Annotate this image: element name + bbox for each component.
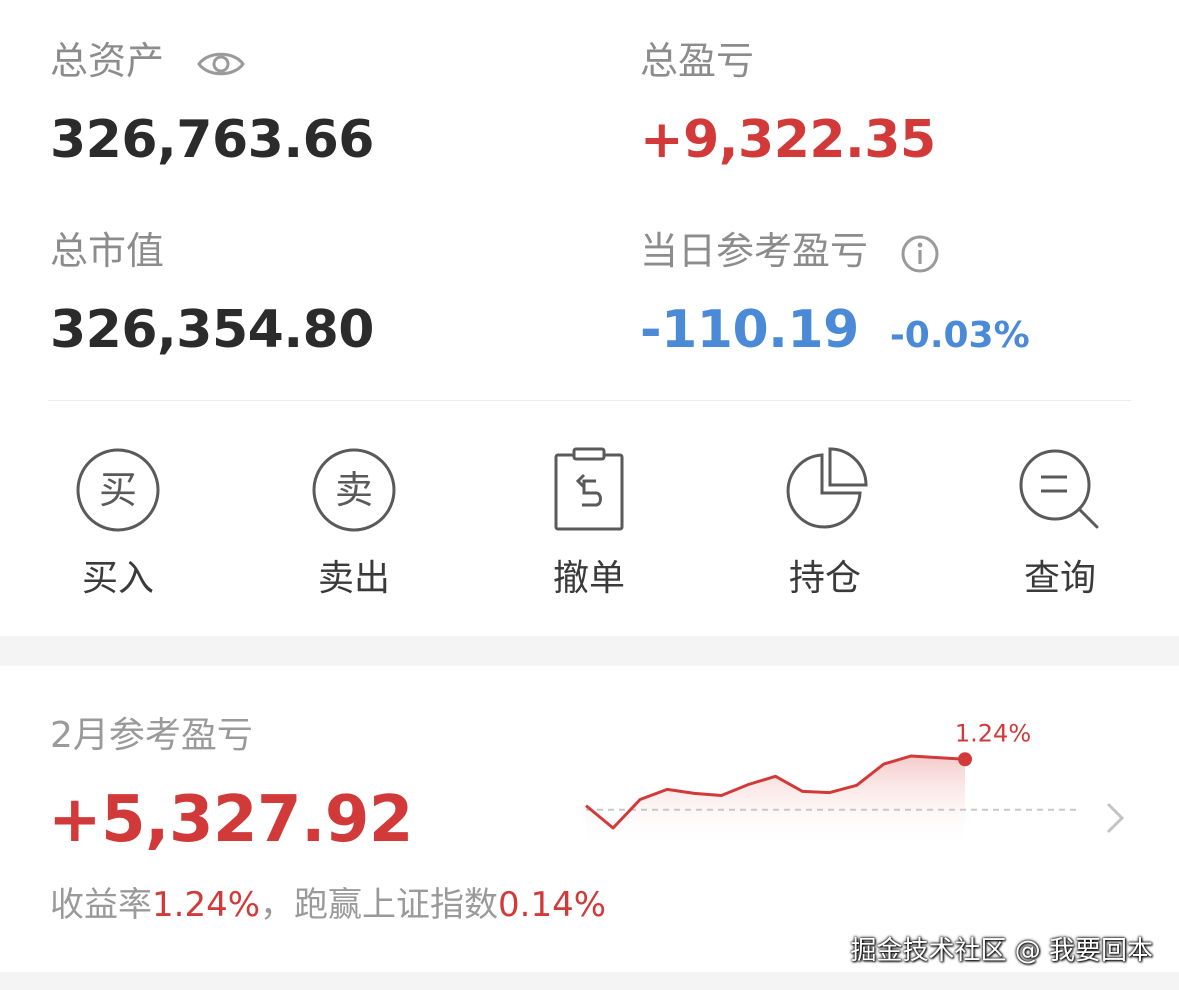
market-value-label: 总市值 xyxy=(50,229,165,273)
daily-pnl-block: 当日参考盈亏 -110.19 -0.03% xyxy=(640,228,1030,362)
chevron-right-icon[interactable] xyxy=(1100,798,1130,838)
daily-pnl-value: -110.19 xyxy=(640,300,859,360)
yield-label: 收益率 xyxy=(50,885,152,925)
info-icon[interactable] xyxy=(900,234,940,274)
divider xyxy=(48,400,1131,401)
cancel-order-button[interactable]: 撤单 xyxy=(504,440,674,600)
sell-icon: 卖 xyxy=(312,448,396,532)
sell-button[interactable]: 卖 卖出 xyxy=(269,440,439,600)
search-icon xyxy=(1019,449,1099,529)
query-button[interactable]: 查询 xyxy=(975,440,1145,600)
total-assets-block: 总资产 326,763.66 xyxy=(50,38,374,172)
total-assets-value: 326,763.66 xyxy=(50,110,374,170)
sparkline-end-label: 1.24% xyxy=(955,719,1031,747)
eye-icon[interactable] xyxy=(196,47,246,81)
positions-label: 持仓 xyxy=(788,558,861,599)
sell-label: 卖出 xyxy=(317,558,390,599)
query-label: 查询 xyxy=(1023,558,1096,599)
beat-index-label: 跑赢上证指数 xyxy=(294,885,499,925)
total-pnl-value: +9,322.35 xyxy=(640,110,936,170)
buy-glyph: 买 xyxy=(99,468,137,512)
total-pnl-block: 总盈亏 +9,322.35 xyxy=(640,38,936,172)
yield-value: 1.24% xyxy=(152,885,261,925)
cancel-order-label: 撤单 xyxy=(552,558,625,599)
account-summary-panel: 总资产 326,763.66 总盈亏 +9,322.35 总市值 326,354… xyxy=(0,0,1179,636)
buy-label: 买入 xyxy=(81,558,154,599)
pie-chart-icon xyxy=(786,447,868,529)
daily-pnl-percent: -0.03% xyxy=(889,315,1030,356)
section-gap xyxy=(0,636,1179,666)
monthly-pnl-label: 2月参考盈亏 xyxy=(50,715,253,756)
sparkline-end-dot xyxy=(958,752,972,767)
cancel-order-icon xyxy=(554,447,624,531)
market-value-value: 326,354.80 xyxy=(50,300,374,360)
beat-index-value: 0.14% xyxy=(498,885,607,925)
market-value-block: 总市值 326,354.80 xyxy=(50,228,374,362)
section-gap-bottom xyxy=(0,972,1179,990)
yield-separator: ， xyxy=(260,885,295,925)
monthly-pnl-card[interactable]: 2月参考盈亏 +5,327.92 收益率1.24%，跑赢上证指数0.14% 1.… xyxy=(0,666,1179,972)
total-assets-label: 总资产 xyxy=(50,39,165,83)
daily-pnl-label: 当日参考盈亏 xyxy=(640,229,869,273)
positions-button[interactable]: 持仓 xyxy=(740,440,910,600)
sell-glyph: 卖 xyxy=(335,468,373,512)
yield-row: 收益率1.24%，跑赢上证指数0.14% xyxy=(50,884,606,926)
monthly-pnl-value: +5,327.92 xyxy=(48,783,413,857)
buy-icon: 买 xyxy=(76,448,160,532)
watermark: 掘金技术社区 @ 我要回本 xyxy=(850,936,1153,966)
total-pnl-label: 总盈亏 xyxy=(640,39,755,83)
buy-button[interactable]: 买 买入 xyxy=(33,440,203,600)
monthly-sparkline-chart: 1.24% xyxy=(585,719,1076,844)
